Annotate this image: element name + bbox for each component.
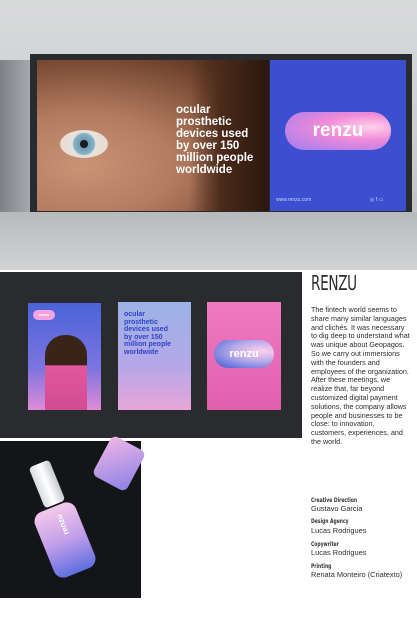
billboard-url: www.renzu.com xyxy=(276,197,312,203)
sidewalk xyxy=(0,212,417,270)
article-title: RENZU xyxy=(311,271,357,295)
credit-role: Copywriter xyxy=(311,541,339,548)
poster-small-logo: renzu xyxy=(33,310,55,320)
poster-person xyxy=(45,335,87,410)
credit-name: Lucas Rodrigues xyxy=(311,526,367,535)
credit-name: Lucas Rodrigues xyxy=(311,548,367,557)
article-body: The fintech world seems to share many si… xyxy=(311,305,410,446)
billboard-logo: renzu xyxy=(312,120,364,141)
credit-name: Renata Monteiro (Criatexto) xyxy=(311,570,403,579)
billboard-eye xyxy=(60,130,108,158)
poster-logo-text: renzu xyxy=(229,348,259,360)
billboard-structure xyxy=(0,60,30,212)
credit-name: Gustavo Garcia xyxy=(311,504,363,513)
poster-headline-text: ocular prosthetic devices used by over 1… xyxy=(124,311,172,356)
credit-role: Printing xyxy=(311,563,332,570)
social-icons: ◎ f ▭ xyxy=(370,197,384,203)
billboard-headline: ocular prosthetic devices used by over 1… xyxy=(176,104,254,176)
credit-role: Creative Direction xyxy=(311,497,358,504)
credit-role: Design Agency xyxy=(311,518,349,525)
